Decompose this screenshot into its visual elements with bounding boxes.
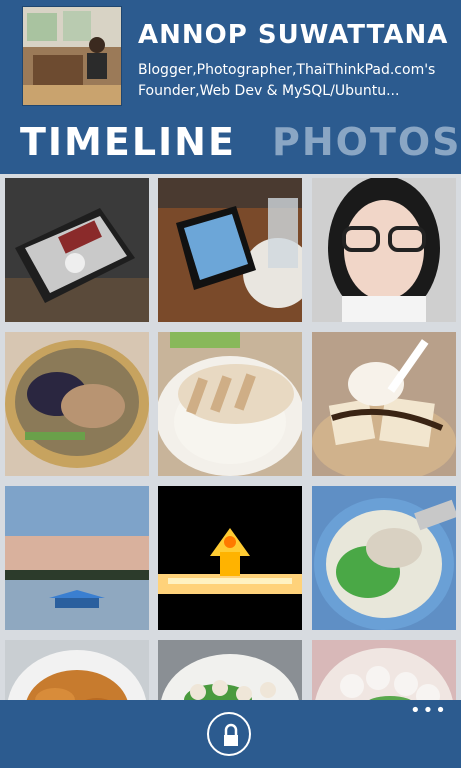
photo-fried-food[interactable] xyxy=(5,640,149,700)
photo-soup-bowl[interactable] xyxy=(5,332,149,476)
tab-photos[interactable]: PHOTOS xyxy=(272,120,461,164)
pivot-header: TIMELINE PHOTOS xyxy=(0,118,461,174)
lock-icon xyxy=(224,723,238,746)
profile-name: ANNOP SUWATTANA xyxy=(138,20,449,50)
photo-chicken-rice[interactable] xyxy=(158,332,302,476)
profile-header: ANNOP SUWATTANA Blogger,Photographer,Tha… xyxy=(0,0,461,118)
photo-dessert[interactable] xyxy=(312,332,456,476)
photo-selfie[interactable] xyxy=(312,178,456,322)
photo-meatball-greens[interactable] xyxy=(158,640,302,700)
photo-fishballs[interactable] xyxy=(312,640,456,700)
profile-bio: Blogger,Photographer,ThaiThinkPad.com's … xyxy=(138,62,436,99)
profile-avatar[interactable] xyxy=(22,6,122,106)
photo-lake-sunset[interactable] xyxy=(5,486,149,630)
photo-night-dragon[interactable] xyxy=(158,486,302,630)
more-menu-button[interactable]: ••• xyxy=(410,702,446,720)
photo-grid xyxy=(0,174,461,700)
photo-noodle-soup[interactable] xyxy=(312,486,456,630)
photo-books[interactable] xyxy=(5,178,149,322)
lock-button[interactable] xyxy=(207,712,251,756)
photo-tablet[interactable] xyxy=(158,178,302,322)
tab-timeline[interactable]: TIMELINE xyxy=(20,120,236,164)
